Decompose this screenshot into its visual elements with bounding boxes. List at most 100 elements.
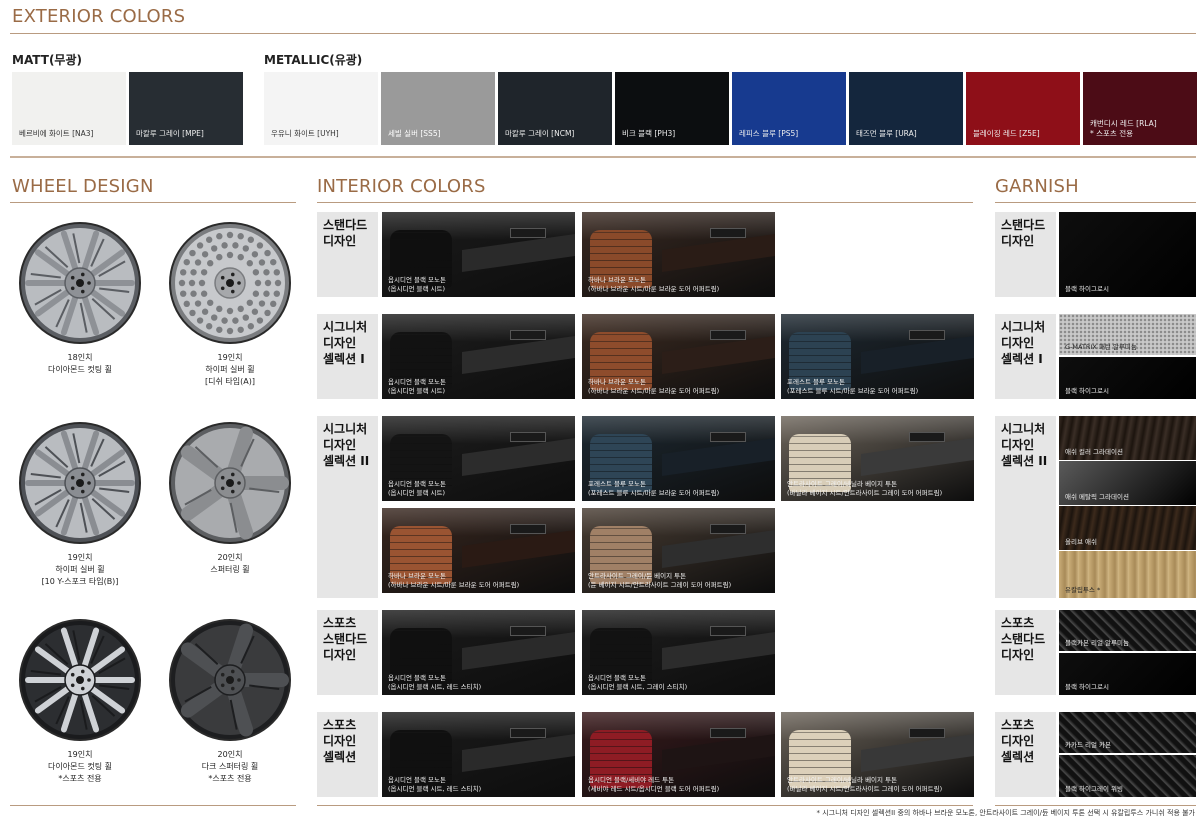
garnish-tile[interactable]: 애쉬 메탈릭 그라데이션	[1059, 461, 1196, 505]
row-label-line: 셀렉션 II	[1001, 454, 1048, 468]
row-label-line: 셀렉션 I	[1001, 352, 1043, 366]
wheel-icon	[169, 619, 291, 741]
swatch-label-line: 블레이징 레드 [Z5E]	[973, 129, 1040, 138]
wheel-image[interactable]	[15, 615, 145, 745]
garnish-tile[interactable]: 카카드 리얼 카본	[1059, 712, 1196, 753]
interior-caption-line: (하바나 브라운 시트/마룬 브라운 도어 어퍼트림)	[588, 386, 720, 395]
exterior-rule	[10, 33, 1196, 34]
row-label-line: 셀렉션	[323, 750, 357, 764]
garnish-tile[interactable]: 블랙 하이그로시	[1059, 653, 1196, 695]
garnish-tile[interactable]: 블랙 하이그레이 위빙	[1059, 755, 1196, 797]
interior-photo[interactable]: 옵시디언 블랙/세비야 레드 투톤 (세비야 레드 시트/옵시디언 블랙 도어 어…	[582, 712, 775, 797]
interior-caption: 하바나 브라운 모노톤 (하바나 브라운 시트/마룬 브라운 도어 어퍼트림)	[588, 276, 719, 293]
display-screen	[510, 432, 546, 442]
row-label-line: 시그니처	[1001, 422, 1046, 436]
interior-caption-line: 옵시디언 블랙/세비야 레드 투톤	[588, 776, 675, 784]
garnish-label: 블랙 하이그로시	[1065, 387, 1109, 395]
interior-photo[interactable]: 옵시디언 블랙 모노톤 (옵시디언 블랙 시트, 레드 스티치)	[382, 610, 575, 695]
interior-caption: 안트라사이트 그레이/바닐라 베이지 투톤 (바닐라 베이지 시트/안트라사이트 …	[787, 480, 942, 497]
interior-photo[interactable]: 하바나 브라운 모노톤 (하바나 브라운 시트/마룬 브라운 도어 어퍼트림)	[582, 314, 775, 399]
display-screen	[510, 330, 546, 340]
exterior-swatch-metallic[interactable]: 블레이징 레드 [Z5E]	[966, 72, 1080, 145]
exterior-swatch-metallic[interactable]: 캐번디시 레드 [RLA] * 스포츠 전용	[1083, 72, 1197, 145]
garnish-tile[interactable]: 올리브 애쉬	[1059, 506, 1196, 550]
garnish-row-label: 스포츠 스탠다드 디자인	[995, 610, 1056, 695]
display-screen	[510, 728, 546, 738]
exterior-swatch-metallic[interactable]: 레피스 블루 [PS5]	[732, 72, 846, 145]
interior-caption: 옵시디언 블랙 모노톤 (옵시디언 블랙 시트)	[388, 480, 446, 497]
interior-photo[interactable]: 옵시디언 블랙 모노톤 (옵시디언 블랙 시트, 그레이 스티치)	[582, 610, 775, 695]
interior-caption-line: (포레스트 블루 시트/마룬 브라운 도어 어퍼트림)	[588, 488, 720, 497]
interior-caption: 옵시디언 블랙 모노톤 (옵시디언 블랙 시트, 그레이 스티치)	[588, 674, 687, 691]
garnish-label: 유칼립투스 *	[1065, 586, 1101, 594]
wheel-caption-line: *스포츠 전용	[208, 774, 252, 783]
wheel-icon	[169, 222, 291, 344]
garnish-bottom-rule	[995, 805, 1196, 806]
wheel-icon	[19, 422, 141, 544]
swatch-label: 베르비에 화이트 [NA3]	[19, 129, 94, 138]
wheel-image[interactable]	[165, 615, 295, 745]
row-label-line: 디자인	[1001, 438, 1035, 452]
swatch-label-line: 비크 블랙 [PH3]	[622, 129, 676, 138]
wheel-caption-line: [10 Y-스포크 타입(B)]	[41, 577, 119, 586]
interior-photo[interactable]: 포레스트 블루 모노톤 (포레스트 블루 시트/마룬 브라운 도어 어퍼트림)	[781, 314, 974, 399]
exterior-swatch-metallic[interactable]: 세빌 실버 [SS5]	[381, 72, 495, 145]
row-label-line: 시그니처	[323, 320, 368, 334]
interior-caption-line: (포레스트 블루 시트/마룬 브라운 도어 어퍼트림)	[787, 386, 919, 395]
wheel-caption-line: 19인치	[67, 750, 93, 759]
swatch-label: 캐번디시 레드 [RLA] * 스포츠 전용	[1090, 119, 1157, 139]
display-screen	[510, 228, 546, 238]
garnish-tile[interactable]: 유칼립투스 *	[1059, 551, 1196, 598]
garnish-label: 올리브 애쉬	[1065, 538, 1097, 546]
garnish-row-label: 스탠다드 디자인	[995, 212, 1056, 297]
interior-caption: 하바나 브라운 모노톤 (하바나 브라운 시트/마룬 브라운 도어 어퍼트림)	[588, 378, 719, 395]
interior-photo[interactable]: 옵시디언 블랙 모노톤 (옵시디언 블랙 시트)	[382, 314, 575, 399]
row-label-line: 디자인	[323, 648, 357, 662]
wheel-caption-line: 19인치	[217, 353, 243, 362]
interior-photo[interactable]: 옵시디언 블랙 모노톤 (옵시디언 블랙 시트)	[382, 416, 575, 501]
interior-caption-line: 안트라사이트 그레이/바닐라 베이지 투톤	[787, 480, 898, 488]
interior-caption: 하바나 브라운 모노톤 (하바나 브라운 시트/마룬 브라운 도어 어퍼트림)	[388, 572, 519, 589]
exterior-swatch-metallic[interactable]: 마칼루 그레이 [NCM]	[498, 72, 612, 145]
row-label-line: 셀렉션	[1001, 750, 1035, 764]
interior-photo[interactable]: 옵시디언 블랙 모노톤 (옵시디언 블랙 시트, 레드 스티치)	[382, 712, 575, 797]
exterior-swatch-matt[interactable]: 베르비에 화이트 [NA3]	[12, 72, 126, 145]
interior-caption: 옵시디언 블랙/세비야 레드 투톤 (세비야 레드 시트/옵시디언 블랙 도어 어…	[588, 776, 719, 793]
interior-photo[interactable]: 하바나 브라운 모노톤 (하바나 브라운 시트/마룬 브라운 도어 어퍼트림)	[382, 508, 575, 593]
exterior-swatch-metallic[interactable]: 우유니 화이트 [UYH]	[264, 72, 378, 145]
interior-row-label: 스탠다드 디자인	[317, 212, 378, 297]
wheel-image[interactable]	[15, 418, 145, 548]
interior-caption-line: (세비야 레드 시트/옵시디언 블랙 도어 어퍼트림)	[588, 784, 720, 793]
interior-photo[interactable]: 안트라사이트 그레이/듄 베이지 투톤 (듄 베이지 시트/안트라사이트 그레이 …	[582, 508, 775, 593]
wheel-caption-line: *스포츠 전용	[58, 774, 102, 783]
wheel-caption-line: 스퍼터링 휠	[210, 565, 250, 574]
display-screen	[510, 524, 546, 534]
wheel-image[interactable]	[165, 218, 295, 348]
exterior-swatch-metallic[interactable]: 비크 블랙 [PH3]	[615, 72, 729, 145]
interior-photo[interactable]: 안트라사이트 그레이/바닐라 베이지 투톤 (바닐라 베이지 시트/안트라사이트 …	[781, 712, 974, 797]
interior-photo[interactable]: 옵시디언 블랙 모노톤 (옵시디언 블랙 시트)	[382, 212, 575, 297]
interior-caption-line: 하바나 브라운 모노톤	[388, 572, 446, 580]
swatch-label: 비크 블랙 [PH3]	[622, 129, 675, 139]
garnish-tile[interactable]: 블랙 하이그로시	[1059, 357, 1196, 399]
garnish-label: 블랙카본 리얼 알루미늄	[1065, 639, 1129, 647]
display-screen	[710, 228, 746, 238]
garnish-tile[interactable]: 블랙 하이그로시	[1059, 212, 1196, 297]
interior-caption-line: (하바나 브라운 시트/마룬 브라운 도어 어퍼트림)	[588, 284, 720, 293]
exterior-swatch-matt[interactable]: 마칼루 그레이 [MPE]	[129, 72, 243, 145]
wheel-image[interactable]	[15, 218, 145, 348]
garnish-rule	[995, 202, 1196, 203]
garnish-label: 카카드 리얼 카본	[1065, 741, 1111, 749]
garnish-tile[interactable]: 애쉬 컬러 그라데이션	[1059, 416, 1196, 460]
row-label-line: 시그니처	[1001, 320, 1046, 334]
row-label-line: 디자인	[1001, 648, 1035, 662]
swatch-label: 블레이징 레드 [Z5E]	[973, 129, 1040, 139]
garnish-tile[interactable]: G-MATRIX 패턴 알루미늄	[1059, 314, 1196, 355]
interior-photo[interactable]: 안트라사이트 그레이/바닐라 베이지 투톤 (바닐라 베이지 시트/안트라사이트 …	[781, 416, 974, 501]
exterior-swatch-metallic[interactable]: 태즈먼 블루 [URA]	[849, 72, 963, 145]
interior-photo[interactable]: 하바나 브라운 모노톤 (하바나 브라운 시트/마룬 브라운 도어 어퍼트림)	[582, 212, 775, 297]
wheel-caption: 19인치 하이퍼 실버 휠 [10 Y-스포크 타입(B)]	[10, 552, 150, 588]
interior-photo[interactable]: 포레스트 블루 모노톤 (포레스트 블루 시트/마룬 브라운 도어 어퍼트림)	[582, 416, 775, 501]
wheel-image[interactable]	[165, 418, 295, 548]
garnish-tile[interactable]: 블랙카본 리얼 알루미늄	[1059, 610, 1196, 651]
